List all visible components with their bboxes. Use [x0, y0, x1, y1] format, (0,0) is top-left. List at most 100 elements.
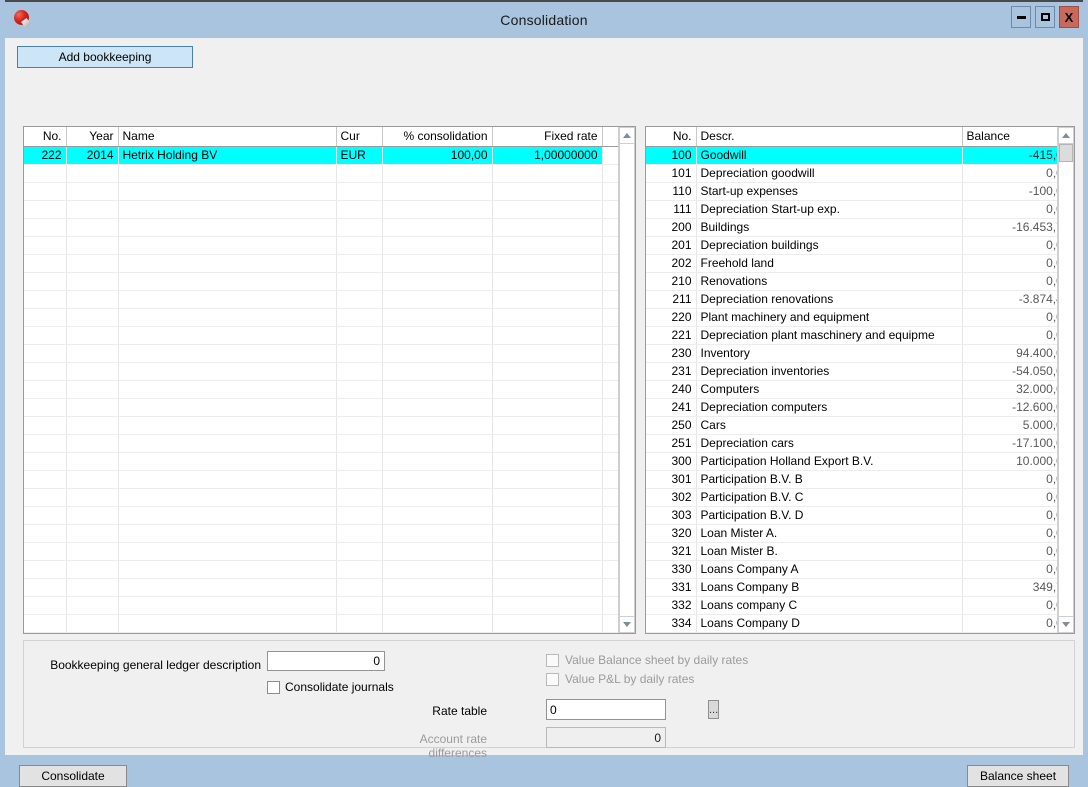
- table-row-empty[interactable]: [24, 344, 618, 363]
- consolidate-journals-row[interactable]: Consolidate journals: [267, 680, 394, 694]
- cell-descr: Depreciation inventories: [696, 362, 963, 381]
- table-row[interactable]: 101Depreciation goodwill0,00: [646, 164, 1057, 183]
- table-row-empty[interactable]: [24, 272, 618, 291]
- scroll-down-icon[interactable]: [619, 616, 635, 633]
- table-row[interactable]: 231Depreciation inventories-54.050,00: [646, 362, 1057, 381]
- consolidate-button[interactable]: Consolidate: [19, 765, 127, 787]
- table-row[interactable]: 222 2014 Hetrix Holding BV EUR 100,00 1,00000…: [24, 146, 618, 165]
- table-row[interactable]: 110Start-up expenses-100,00: [646, 182, 1057, 201]
- table-row-empty[interactable]: [24, 506, 618, 525]
- table-row[interactable]: 301Participation B.V. B0,00: [646, 470, 1057, 489]
- cell-balance: 0,00: [962, 506, 1057, 525]
- column-header-year[interactable]: Year: [66, 127, 119, 147]
- table-row[interactable]: 300 Participation Holland Export B.V. 10.0…: [646, 452, 1057, 471]
- cell-empty: [382, 344, 493, 363]
- column-header-consolidation[interactable]: % consolidation: [382, 127, 493, 147]
- scroll-track[interactable]: [619, 144, 635, 616]
- cell-empty: [336, 416, 383, 435]
- table-row-empty[interactable]: [24, 560, 618, 579]
- table-row-empty[interactable]: [24, 416, 618, 435]
- consolidate-journals-checkbox[interactable]: [267, 680, 280, 694]
- cell-empty: [382, 488, 493, 507]
- column-header-descr[interactable]: Descr.: [696, 127, 963, 147]
- table-row-empty[interactable]: [24, 164, 618, 183]
- table-row[interactable]: 111Depreciation Start-up exp.0,00: [646, 200, 1057, 219]
- table-row-empty[interactable]: [24, 434, 618, 453]
- value-pl-checkbox[interactable]: [546, 672, 559, 686]
- cell-balance: 0,00: [962, 308, 1057, 327]
- table-row-empty[interactable]: [24, 290, 618, 309]
- close-icon[interactable]: X: [1059, 6, 1079, 28]
- cell-no: 230: [646, 344, 697, 363]
- table-row[interactable]: 331Loans Company B349,74: [646, 578, 1057, 597]
- add-bookkeeping-button[interactable]: Add bookkeeping: [17, 46, 193, 68]
- ledger-scrollbar[interactable]: [1057, 127, 1074, 633]
- table-row[interactable]: 241Depreciation computers-12.600,00: [646, 398, 1057, 417]
- minimize-icon[interactable]: [1011, 6, 1031, 28]
- table-row-empty[interactable]: [24, 254, 618, 273]
- table-row-empty[interactable]: [24, 488, 618, 507]
- scroll-up-icon[interactable]: [1058, 127, 1074, 144]
- maximize-icon[interactable]: [1035, 6, 1055, 28]
- table-row-empty[interactable]: [24, 398, 618, 417]
- table-row[interactable]: 303Participation B.V. D0,00: [646, 506, 1057, 525]
- table-row[interactable]: 321Loan Mister B.0,00: [646, 542, 1057, 561]
- table-row[interactable]: 221 Depreciation plant maschinery and equ…: [646, 326, 1057, 345]
- table-row-empty[interactable]: [24, 614, 618, 633]
- column-header-no[interactable]: No.: [646, 127, 697, 147]
- table-row[interactable]: 302Participation B.V. C0,00: [646, 488, 1057, 507]
- column-header-balance[interactable]: Balance: [962, 127, 1057, 147]
- table-row[interactable]: 210Renovations0,00: [646, 272, 1057, 291]
- column-header-no[interactable]: No.: [24, 127, 67, 147]
- table-row[interactable]: 330Loans Company A0,00: [646, 560, 1057, 579]
- table-row[interactable]: 200Buildings-16.453,75: [646, 218, 1057, 237]
- scroll-track[interactable]: [1058, 144, 1074, 616]
- table-row[interactable]: 332Loans company C0,00: [646, 596, 1057, 615]
- cell-empty: [492, 200, 603, 219]
- column-header-name[interactable]: Name: [118, 127, 337, 147]
- scroll-down-icon[interactable]: [1058, 616, 1074, 633]
- table-row[interactable]: 202Freehold land0,00: [646, 254, 1057, 273]
- table-row-empty[interactable]: [24, 578, 618, 597]
- table-row[interactable]: 220Plant machinery and equipment0,00: [646, 308, 1057, 327]
- cell-empty: [492, 362, 603, 381]
- table-row[interactable]: 320Loan Mister A.0,00: [646, 524, 1057, 543]
- cell-empty: [118, 272, 337, 291]
- account-rate-differences-input[interactable]: [546, 727, 666, 748]
- table-row-empty[interactable]: [24, 236, 618, 255]
- cell-empty: [336, 272, 383, 291]
- table-row-empty[interactable]: [24, 380, 618, 399]
- value-balance-sheet-checkbox[interactable]: [546, 653, 559, 667]
- table-row[interactable]: 100Goodwill-415,00: [646, 146, 1057, 165]
- scroll-thumb[interactable]: [1059, 144, 1073, 162]
- value-pl-row[interactable]: Value P&L by daily rates: [546, 672, 694, 686]
- table-row[interactable]: 201Depreciation buildings0,00: [646, 236, 1057, 255]
- table-row[interactable]: 211Depreciation renovations-3.874,49: [646, 290, 1057, 309]
- rate-table-browse-button[interactable]: ...: [708, 700, 720, 719]
- table-row-empty[interactable]: [24, 452, 618, 471]
- table-row-empty[interactable]: [24, 524, 618, 543]
- table-row-empty[interactable]: [24, 326, 618, 345]
- table-row-empty[interactable]: [24, 218, 618, 237]
- value-balance-sheet-row[interactable]: Value Balance sheet by daily rates: [546, 653, 748, 667]
- description-input[interactable]: [267, 651, 385, 671]
- table-row[interactable]: 240Computers32.000,00: [646, 380, 1057, 399]
- table-row-empty[interactable]: [24, 596, 618, 615]
- rate-table-input[interactable]: [547, 700, 708, 719]
- scroll-up-icon[interactable]: [619, 127, 635, 144]
- balance-sheet-button[interactable]: Balance sheet: [967, 765, 1069, 787]
- table-row-empty[interactable]: [24, 182, 618, 201]
- table-row[interactable]: 230Inventory94.400,00: [646, 344, 1057, 363]
- table-row-empty[interactable]: [24, 200, 618, 219]
- table-row[interactable]: 334Loans Company D0,00: [646, 614, 1057, 633]
- bookkeeping-scrollbar[interactable]: [618, 127, 635, 633]
- column-header-fixed-rate[interactable]: Fixed rate: [492, 127, 603, 147]
- table-row-empty[interactable]: [24, 470, 618, 489]
- cell-empty: [66, 470, 119, 489]
- table-row-empty[interactable]: [24, 362, 618, 381]
- table-row-empty[interactable]: [24, 308, 618, 327]
- table-row[interactable]: 251Depreciation cars-17.100,00: [646, 434, 1057, 453]
- table-row-empty[interactable]: [24, 542, 618, 561]
- column-header-cur[interactable]: Cur: [336, 127, 383, 147]
- table-row[interactable]: 250Cars5.000,00: [646, 416, 1057, 435]
